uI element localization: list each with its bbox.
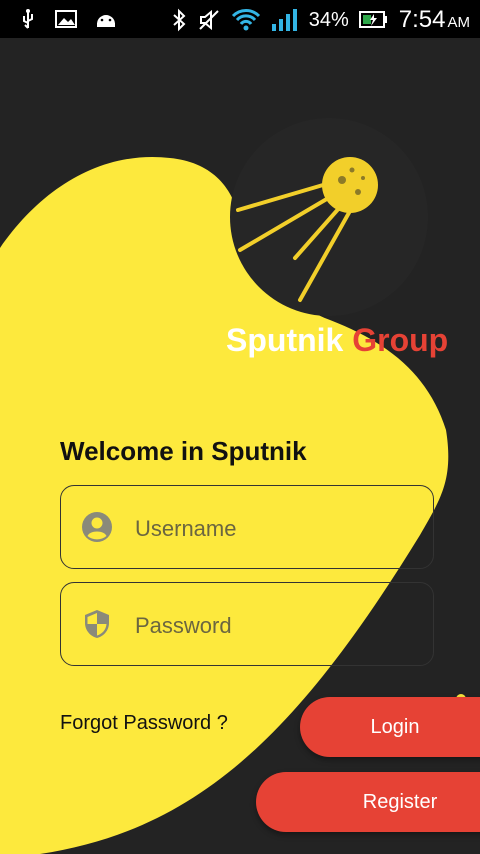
username-field[interactable] [60, 485, 434, 572]
register-button[interactable]: Register [256, 772, 480, 832]
login-button[interactable]: Login [300, 697, 480, 757]
forgot-password-link[interactable]: Forgot Password ? [60, 712, 228, 735]
account-circle-icon [82, 512, 112, 542]
username-input[interactable] [133, 486, 427, 572]
brand-title: Sputnik Group [226, 322, 448, 359]
brand-name-secondary: Group [352, 322, 449, 358]
password-field[interactable] [60, 582, 434, 669]
brand-name-primary: Sputnik [226, 322, 344, 358]
sputnik-logo-icon [236, 157, 378, 302]
password-input[interactable] [133, 583, 427, 669]
security-shield-icon [85, 610, 109, 638]
welcome-heading: Welcome in Sputnik [60, 436, 307, 466]
